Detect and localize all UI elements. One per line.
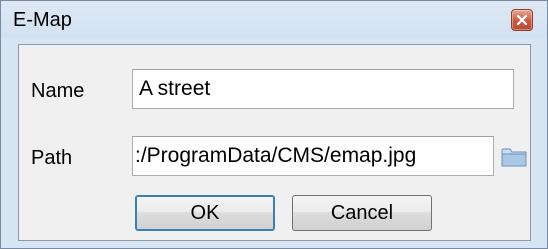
path-input[interactable]: :/ProgramData/CMS/emap.jpg bbox=[132, 136, 494, 176]
path-label: Path bbox=[31, 147, 73, 169]
emap-dialog: E-Map Name A street Path :/ProgramData/C… bbox=[0, 0, 548, 249]
folder-icon[interactable] bbox=[501, 146, 527, 168]
close-icon bbox=[517, 15, 527, 25]
name-label: Name bbox=[31, 80, 85, 102]
dialog-body: Name A street Path :/ProgramData/CMS/ema… bbox=[18, 44, 531, 241]
title-bar[interactable]: E-Map bbox=[1, 1, 547, 37]
cancel-button[interactable]: Cancel bbox=[292, 195, 432, 231]
name-input[interactable]: A street bbox=[132, 69, 514, 109]
window-title: E-Map bbox=[13, 9, 72, 31]
close-button[interactable] bbox=[511, 9, 533, 31]
ok-button[interactable]: OK bbox=[135, 195, 275, 231]
